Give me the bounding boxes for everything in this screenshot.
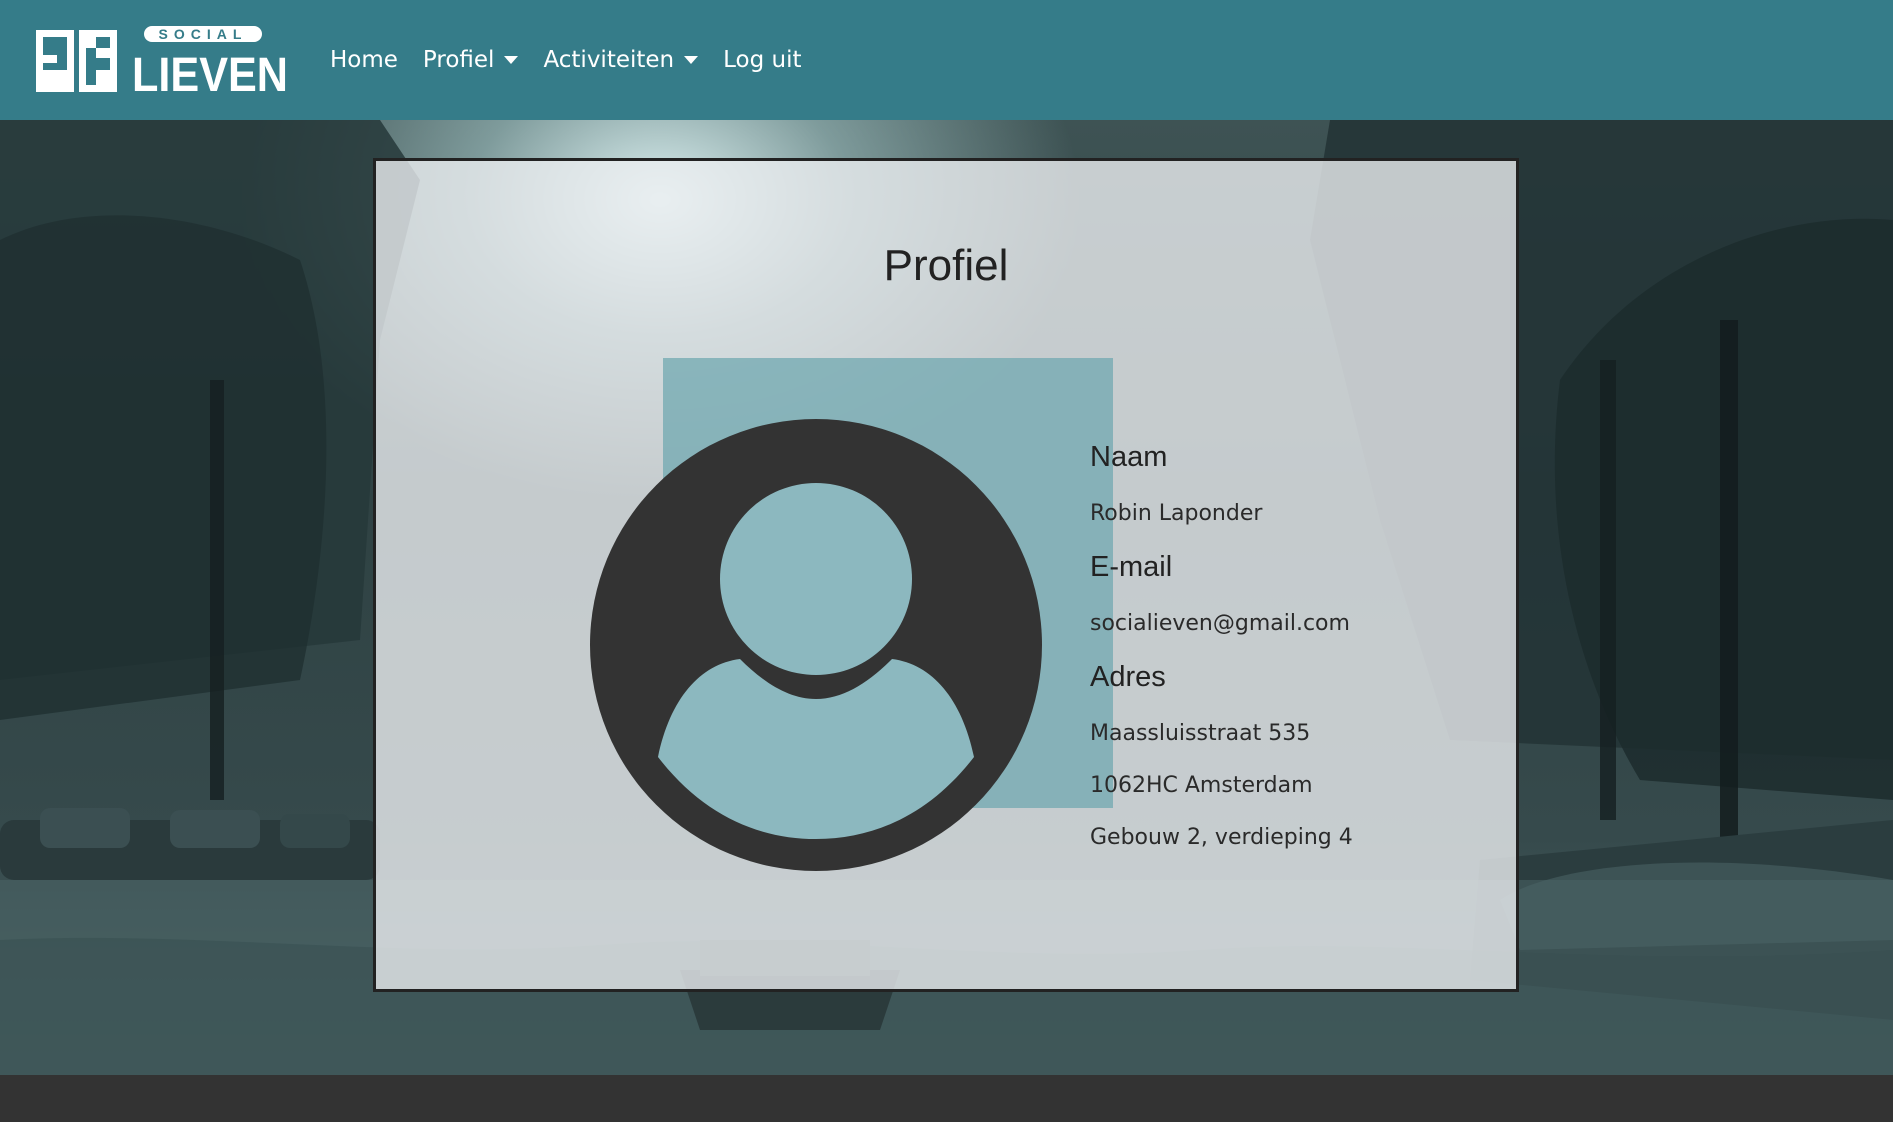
profile-card: Profiel Naam Robin Laponder E-mail socia… xyxy=(373,158,1519,992)
footer xyxy=(0,1075,1893,1122)
email-label: E-mail xyxy=(1090,551,1173,583)
address-line-1: Maassluisstraat 535 xyxy=(1090,721,1311,746)
logo-text-main: LIEVEN xyxy=(132,49,288,94)
nav-item-activiteiten[interactable]: Activiteiten xyxy=(543,47,699,73)
name-label: Naam xyxy=(1090,441,1168,473)
nav-item-home-label: Home xyxy=(330,47,398,73)
profile-info: Naam Robin Laponder E-mail socialieven@g… xyxy=(1090,441,1510,876)
nav-item-profiel[interactable]: Profiel xyxy=(423,47,519,73)
logo-text-top: SOCIAL xyxy=(159,26,248,42)
email-value: socialieven@gmail.com xyxy=(1090,611,1350,636)
nav-item-logout-label: Log uit xyxy=(723,47,802,73)
nav-item-activiteiten-label: Activiteiten xyxy=(543,47,675,73)
nav-item-profiel-label: Profiel xyxy=(422,47,495,73)
user-circle-icon xyxy=(590,419,1042,871)
name-value: Robin Laponder xyxy=(1090,501,1263,526)
address-line-2: 1062HC Amsterdam xyxy=(1090,773,1313,798)
address-line-3: Gebouw 2, verdieping 4 xyxy=(1090,825,1353,850)
nav-item-home[interactable]: Home xyxy=(330,47,398,73)
navbar: SOCIAL LIEVEN Home Profiel Activiteiten … xyxy=(0,0,1893,120)
page-title: Profiel xyxy=(883,241,1009,290)
chevron-down-icon xyxy=(504,56,519,64)
nav-item-logout[interactable]: Log uit xyxy=(723,47,801,73)
social-lieven-logo[interactable]: SOCIAL LIEVEN xyxy=(36,26,288,94)
nav-menu: Home Profiel Activiteiten Log uit xyxy=(330,0,827,120)
address-label: Adres xyxy=(1090,661,1166,693)
chevron-down-icon xyxy=(684,56,699,64)
